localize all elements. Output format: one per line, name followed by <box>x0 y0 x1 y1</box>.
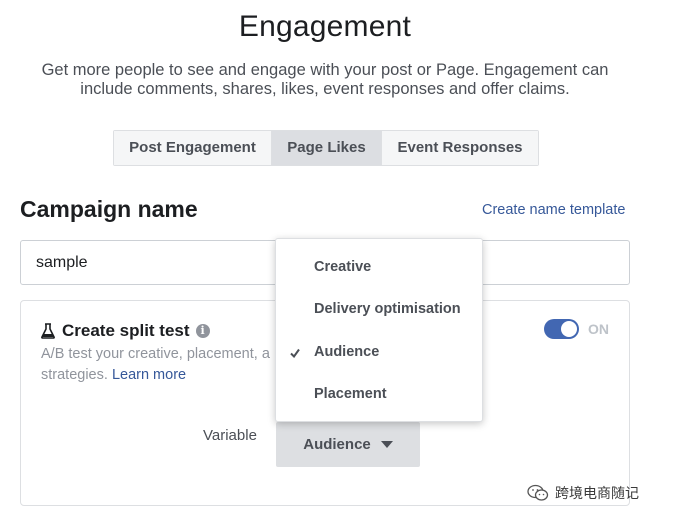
caret-down-icon <box>380 441 393 448</box>
subtitle-line-2: include comments, shares, likes, event r… <box>80 80 570 98</box>
tab-post-engagement[interactable]: Post Engagement <box>114 131 272 165</box>
info-icon[interactable]: i <box>195 324 210 338</box>
learn-more-link[interactable]: Learn more <box>112 367 186 383</box>
dropdown-item-audience[interactable]: Audience <box>314 344 379 360</box>
tab-page-likes[interactable]: Page Likes <box>272 131 382 165</box>
page-title: Engagement <box>238 10 412 43</box>
watermark: 跨境电商随记 <box>527 483 639 503</box>
page-subtitle: Get more people to see and engage with y… <box>20 61 630 99</box>
variable-label: Variable <box>203 427 257 444</box>
create-name-template-link[interactable]: Create name template <box>482 202 625 218</box>
variable-select[interactable]: Audience <box>276 422 420 467</box>
watermark-text: 跨境电商随记 <box>555 485 639 501</box>
dropdown-item-placement[interactable]: Placement <box>314 386 387 402</box>
toggle-knob <box>561 321 577 337</box>
tab-event-responses[interactable]: Event Responses <box>382 131 538 165</box>
variable-dropdown-menu: Creative Delivery optimisation Audience … <box>275 238 483 422</box>
variable-select-value: Audience <box>303 436 371 453</box>
subtitle-line-1: Get more people to see and engage with y… <box>41 61 609 79</box>
wechat-icon <box>527 484 549 501</box>
dropdown-item-creative[interactable]: Creative <box>314 259 371 275</box>
dropdown-item-delivery-optimisation[interactable]: Delivery optimisation <box>314 301 461 317</box>
objective-tabs: Post Engagement Page Likes Event Respons… <box>113 130 539 166</box>
campaign-name-heading: Campaign name <box>20 196 198 222</box>
split-test-title: Create split test <box>62 321 190 340</box>
split-test-desc-line-2: strategies. <box>41 367 108 383</box>
split-test-toggle[interactable] <box>544 319 579 339</box>
checkmark-icon <box>290 348 300 358</box>
flask-icon <box>41 323 55 339</box>
split-test-header: Create split test i <box>41 321 210 341</box>
toggle-state-label: ON <box>588 321 609 337</box>
